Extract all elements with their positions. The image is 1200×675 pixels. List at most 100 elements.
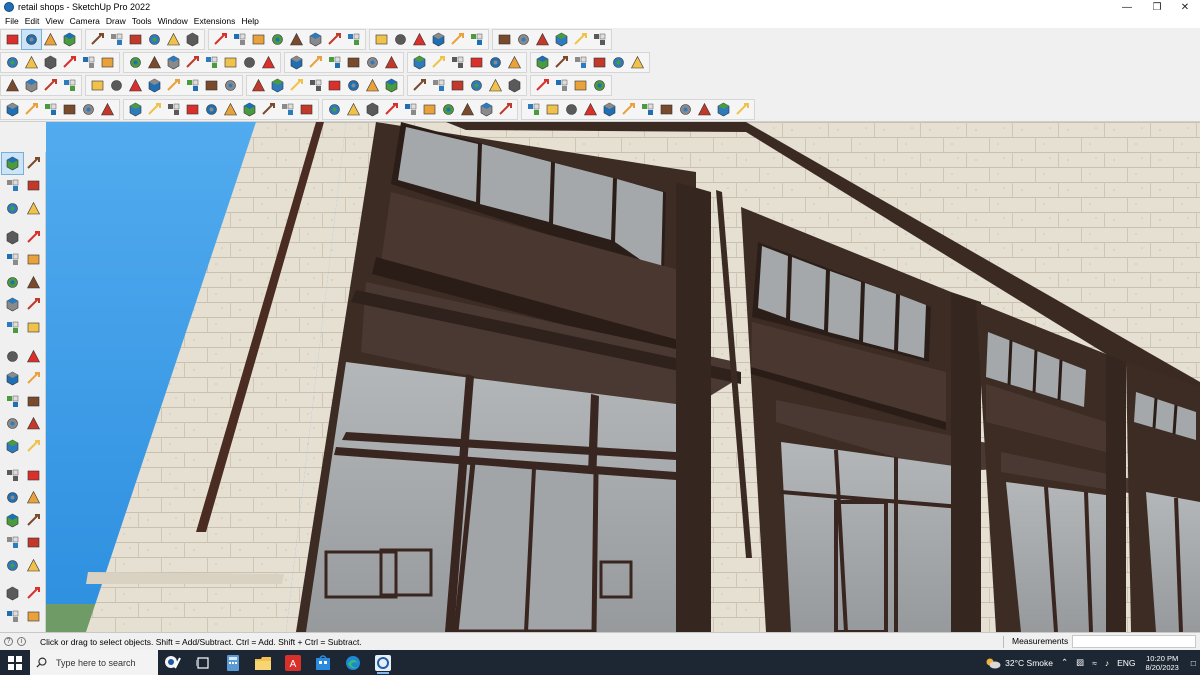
- smoove-icon[interactable]: [23, 606, 44, 627]
- cube-icon[interactable]: [3, 76, 22, 95]
- clock[interactable]: 10:20 PM 8/20/2023: [1145, 654, 1178, 672]
- weld-icon[interactable]: [325, 100, 344, 119]
- stamp-icon[interactable]: [420, 100, 439, 119]
- calculator-icon[interactable]: [218, 650, 248, 675]
- wood-icon[interactable]: [676, 100, 695, 119]
- vertex-icon[interactable]: [505, 76, 524, 95]
- zoom-extents-icon[interactable]: [2, 532, 23, 553]
- tape-icon[interactable]: [2, 413, 23, 434]
- polyline-icon[interactable]: [79, 100, 98, 119]
- file-explorer-icon[interactable]: [248, 650, 278, 675]
- push-pull-icon[interactable]: [126, 30, 145, 49]
- orbit-icon[interactable]: [23, 153, 44, 174]
- volume-icon[interactable]: ♪: [1105, 658, 1109, 668]
- scale-icon[interactable]: [2, 391, 23, 412]
- chevron-up-icon[interactable]: ⌃: [1061, 657, 1068, 668]
- edge-icon[interactable]: [533, 76, 552, 95]
- share-icon[interactable]: [590, 30, 609, 49]
- stair-icon[interactable]: [145, 76, 164, 95]
- face-icon[interactable]: [552, 76, 571, 95]
- slope-icon[interactable]: [410, 76, 429, 95]
- contour-icon[interactable]: [524, 100, 543, 119]
- circle-icon[interactable]: [2, 272, 23, 293]
- section-plane-icon[interactable]: [2, 583, 23, 604]
- layer-icon[interactable]: [325, 53, 344, 72]
- plate-icon[interactable]: [60, 76, 79, 95]
- texture-icon[interactable]: [581, 100, 600, 119]
- undo-icon[interactable]: [552, 30, 571, 49]
- network-icon[interactable]: ▨: [1076, 657, 1084, 668]
- shape-icon[interactable]: [552, 53, 571, 72]
- grid-icon[interactable]: [382, 76, 401, 95]
- ring-icon[interactable]: [505, 53, 524, 72]
- gear-icon[interactable]: [107, 76, 126, 95]
- pin-icon[interactable]: [628, 53, 647, 72]
- style-icon[interactable]: [429, 30, 448, 49]
- shadow-icon[interactable]: [448, 30, 467, 49]
- split-icon[interactable]: [297, 100, 316, 119]
- brick-icon[interactable]: [619, 100, 638, 119]
- tube-icon[interactable]: [287, 76, 306, 95]
- language-indicator[interactable]: ENG: [1117, 658, 1135, 668]
- tape-icon[interactable]: [230, 30, 249, 49]
- guide-icon[interactable]: [533, 30, 552, 49]
- polygon-icon[interactable]: [23, 272, 44, 293]
- tile-icon[interactable]: [600, 100, 619, 119]
- back-edges-icon[interactable]: [183, 53, 202, 72]
- wall-icon[interactable]: [590, 76, 609, 95]
- arc-icon[interactable]: [2, 294, 23, 315]
- bezier-icon[interactable]: [60, 100, 79, 119]
- windows-start-icon[interactable]: [0, 650, 30, 675]
- menu-camera[interactable]: Camera: [67, 14, 103, 28]
- scale-icon[interactable]: [211, 30, 230, 49]
- grid-icon[interactable]: [571, 53, 590, 72]
- menu-view[interactable]: View: [42, 14, 66, 28]
- weather-icon[interactable]: [985, 657, 1001, 669]
- redo-icon[interactable]: [571, 30, 590, 49]
- mesh-icon[interactable]: [467, 76, 486, 95]
- move-icon[interactable]: [2, 346, 23, 367]
- smooth-icon[interactable]: [382, 53, 401, 72]
- extend-icon[interactable]: [278, 100, 297, 119]
- offset-icon[interactable]: [23, 391, 44, 412]
- protractor-icon[interactable]: [2, 436, 23, 457]
- soften-icon[interactable]: [363, 53, 382, 72]
- menu-draw[interactable]: Draw: [103, 14, 129, 28]
- hinge-icon[interactable]: [268, 76, 287, 95]
- metal-icon[interactable]: [695, 100, 714, 119]
- zoom-icon[interactable]: [2, 510, 23, 531]
- select-icon[interactable]: [1, 151, 24, 175]
- notification-icon[interactable]: □: [1191, 658, 1196, 668]
- orbit-icon[interactable]: [287, 30, 306, 49]
- pattern-icon[interactable]: [562, 100, 581, 119]
- house-icon[interactable]: [306, 53, 325, 72]
- two-point-arc-icon[interactable]: [23, 294, 44, 315]
- pencil-icon[interactable]: [60, 30, 79, 49]
- select-icon[interactable]: [21, 29, 42, 50]
- measurements-input[interactable]: [1072, 635, 1196, 648]
- model-viewport[interactable]: [46, 122, 1200, 632]
- spiral-icon[interactable]: [98, 100, 117, 119]
- group-icon[interactable]: [571, 76, 590, 95]
- material-icon[interactable]: [609, 53, 628, 72]
- spline-icon[interactable]: [202, 100, 221, 119]
- sandbox-icon[interactable]: [372, 30, 391, 49]
- rotated-rect-icon[interactable]: [23, 249, 44, 270]
- front-icon[interactable]: [41, 53, 60, 72]
- menu-edit[interactable]: Edit: [22, 14, 43, 28]
- roof-icon[interactable]: [363, 76, 382, 95]
- fence-icon[interactable]: [325, 76, 344, 95]
- fillet-icon[interactable]: [221, 100, 240, 119]
- search-icon[interactable]: [3, 30, 22, 49]
- iso-icon[interactable]: [3, 53, 22, 72]
- zoom-window-icon[interactable]: [23, 510, 44, 531]
- top-icon[interactable]: [22, 53, 41, 72]
- follow-me-icon[interactable]: [23, 368, 44, 389]
- project-icon[interactable]: [382, 100, 401, 119]
- eraser-icon[interactable]: [23, 175, 44, 196]
- menu-file[interactable]: File: [2, 14, 22, 28]
- wrench-icon[interactable]: [467, 53, 486, 72]
- dimension-icon[interactable]: [23, 413, 44, 434]
- menu-tools[interactable]: Tools: [129, 14, 155, 28]
- box-icon[interactable]: [183, 76, 202, 95]
